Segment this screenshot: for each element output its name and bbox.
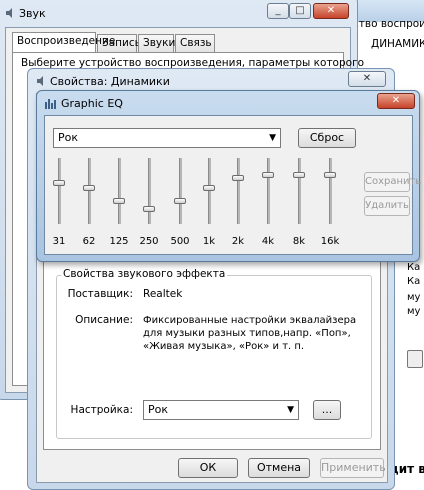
- eq-slider-track: [88, 158, 91, 224]
- eq-band-label: 2k: [231, 236, 245, 247]
- eq-slider-track: [298, 158, 301, 224]
- tab-sounds[interactable]: Звуки: [138, 34, 175, 52]
- save-preset-button[interactable]: Сохранить: [364, 172, 421, 192]
- eq-slider-2k[interactable]: [232, 175, 244, 181]
- background-text-1: ство воспроиз: [353, 18, 424, 30]
- effect-properties-group: Свойства звукового эффекта Поставщик: Re…: [56, 268, 372, 439]
- eq-band-label: 1k: [202, 236, 216, 247]
- eq-band-label: 62: [82, 236, 96, 247]
- minimize-icon[interactable]: _: [267, 3, 289, 19]
- eq-slider-8k[interactable]: [293, 172, 305, 178]
- eq-slider-track: [329, 158, 332, 224]
- eq-slider-track: [58, 158, 61, 224]
- reset-button[interactable]: Сброс: [298, 128, 356, 148]
- description-label: Описание:: [75, 314, 133, 326]
- eq-slider-31[interactable]: [53, 180, 65, 186]
- eq-slider-track: [179, 158, 182, 224]
- sound-tabs: Воспроизведение Запись Звуки Связь: [12, 32, 342, 54]
- eq-band-label: 8k: [292, 236, 306, 247]
- delete-preset-button[interactable]: Удалить: [364, 196, 410, 216]
- background-button[interactable]: [407, 350, 423, 368]
- background-side-text-4: му: [407, 306, 421, 317]
- eq-band-label: 31: [52, 236, 66, 247]
- equalizer-icon: [45, 98, 56, 109]
- eq-slider-track: [208, 158, 211, 224]
- eq-slider-125[interactable]: [113, 198, 125, 204]
- close-icon[interactable]: ✕: [348, 71, 386, 87]
- more-settings-button[interactable]: ...: [313, 400, 341, 420]
- provider-value: Realtek: [143, 288, 183, 300]
- speaker-icon: [5, 8, 15, 18]
- eq-slider-1k[interactable]: [203, 185, 215, 191]
- eq-slider-track: [118, 158, 121, 224]
- eq-slider-500[interactable]: [174, 198, 186, 204]
- eq-window-client: Рок ▼ Сброс Сохранить Удалить: [44, 115, 421, 255]
- eq-window-title: Graphic EQ: [61, 97, 123, 110]
- eq-slider-track: [148, 158, 151, 224]
- eq-slider-track: [267, 158, 270, 224]
- maximize-icon[interactable]: □: [289, 3, 311, 19]
- tab-communications[interactable]: Связь: [175, 34, 215, 52]
- background-side-text-1: Ка: [407, 262, 421, 273]
- eq-slider-62[interactable]: [83, 185, 95, 191]
- eq-band-label: 500: [170, 236, 190, 247]
- cancel-button[interactable]: Отмена: [248, 458, 310, 478]
- eq-slider-250[interactable]: [143, 206, 155, 212]
- eq-slider-4k[interactable]: [262, 172, 274, 178]
- eq-slider-track: [237, 158, 240, 224]
- chevron-down-icon: ▼: [287, 405, 294, 415]
- apply-button[interactable]: Применить: [320, 458, 386, 478]
- close-icon[interactable]: ✕: [313, 3, 349, 19]
- setting-label: Настройка:: [70, 404, 133, 416]
- eq-slider-16k[interactable]: [324, 172, 336, 178]
- speaker-icon: [36, 76, 46, 86]
- setting-select-value: Рок: [148, 403, 169, 416]
- effect-properties-group-label: Свойства звукового эффекта: [61, 268, 228, 280]
- eq-band-label: 250: [139, 236, 159, 247]
- eq-band-label: 16k: [320, 236, 340, 247]
- properties-window-title: Свойства: Динамики: [50, 75, 170, 88]
- setting-select[interactable]: Рок ▼: [143, 400, 299, 420]
- tab-playback[interactable]: Воспроизведение: [12, 32, 115, 52]
- eq-band-label: 125: [109, 236, 129, 247]
- background-text-2: ДИНАМИКИ: [371, 38, 424, 50]
- ok-button[interactable]: ОК: [178, 458, 238, 478]
- description-value: Фиксированные настройки эквалайзера для …: [143, 315, 357, 352]
- eq-band-label: 4k: [261, 236, 275, 247]
- background-side-text-3: му: [407, 292, 421, 303]
- eq-preset-select[interactable]: Рок ▼: [53, 128, 281, 148]
- sound-window-title: Звук: [19, 7, 46, 20]
- eq-preset-value: Рок: [58, 131, 79, 144]
- close-icon[interactable]: ✕: [377, 93, 415, 109]
- chevron-down-icon: ▼: [269, 133, 276, 143]
- provider-label: Поставщик:: [67, 288, 133, 300]
- background-side-text-2: Ка: [407, 276, 421, 287]
